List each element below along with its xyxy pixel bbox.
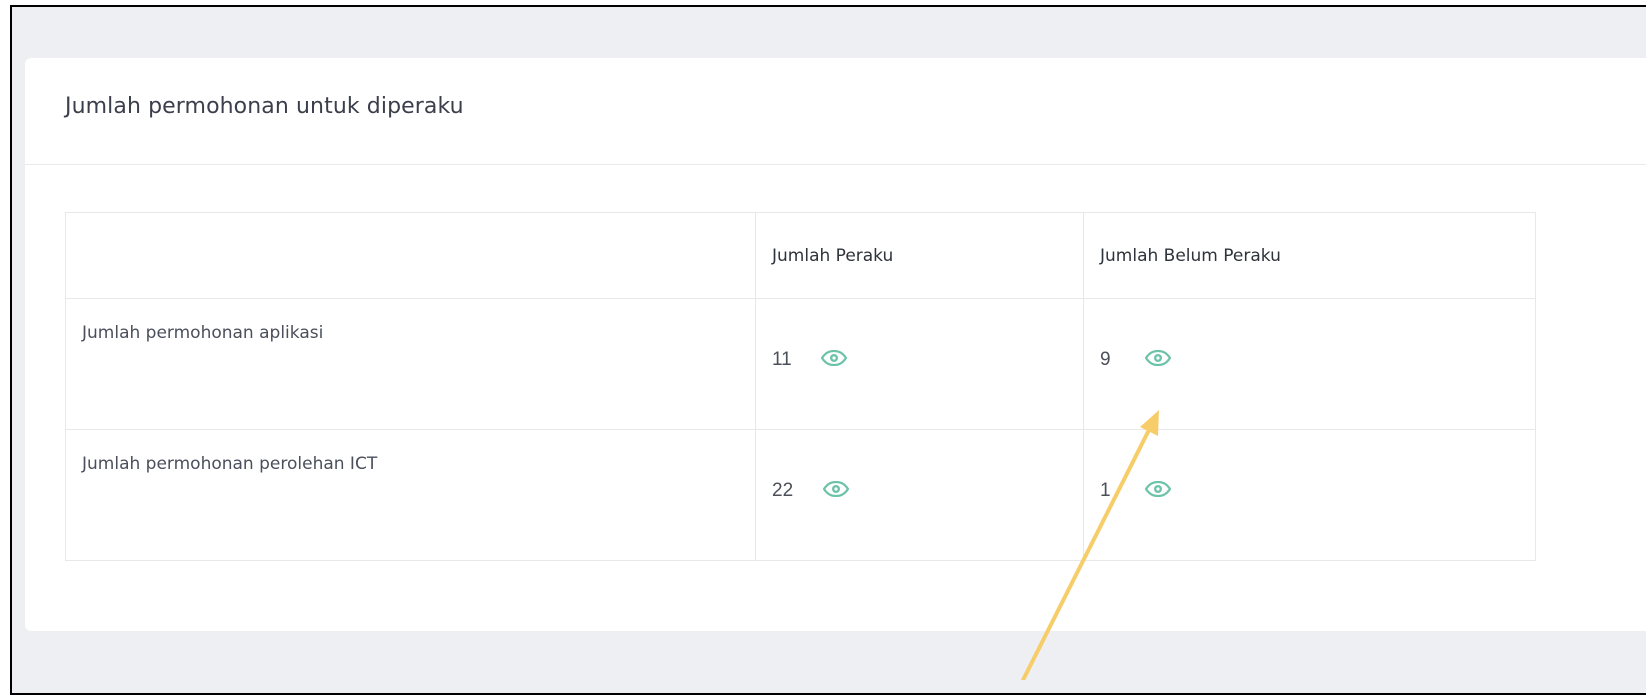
count-belum-peraku-perolehan-ict: 1 <box>1100 480 1111 501</box>
column-header-empty <box>65 212 756 299</box>
table-row: Jumlah permohonan perolehan ICT 22 1 <box>65 429 1536 561</box>
approval-summary-card: Jumlah permohonan untuk diperaku Jumlah … <box>25 58 1646 631</box>
cell-peraku-perolehan-ict: 22 <box>755 429 1084 561</box>
table-row: Jumlah permohonan aplikasi 11 9 <box>65 298 1536 430</box>
card-title: Jumlah permohonan untuk diperaku <box>65 94 464 119</box>
card-header: Jumlah permohonan untuk diperaku <box>25 58 1646 165</box>
count-belum-peraku-aplikasi: 9 <box>1100 349 1111 370</box>
column-header-jumlah-peraku: Jumlah Peraku <box>755 212 1084 299</box>
cell-belum-peraku-perolehan-ict: 1 <box>1083 429 1536 561</box>
row-label-perolehan-ict: Jumlah permohonan perolehan ICT <box>65 429 756 561</box>
cell-belum-peraku-aplikasi: 9 <box>1083 298 1536 430</box>
eye-icon[interactable] <box>822 480 849 502</box>
cell-peraku-aplikasi: 11 <box>755 298 1084 430</box>
screenshot-frame: Jumlah permohonan untuk diperaku Jumlah … <box>10 5 1646 695</box>
count-peraku-perolehan-ict: 22 <box>772 480 794 501</box>
eye-icon[interactable] <box>1145 480 1172 502</box>
approval-table: Jumlah Peraku Jumlah Belum Peraku Jumlah… <box>65 212 1536 561</box>
table-header-row: Jumlah Peraku Jumlah Belum Peraku <box>65 212 1536 299</box>
eye-icon[interactable] <box>820 349 848 371</box>
table-wrapper: Jumlah Peraku Jumlah Belum Peraku Jumlah… <box>65 212 1536 561</box>
row-label-aplikasi: Jumlah permohonan aplikasi <box>65 298 756 430</box>
eye-icon[interactable] <box>1145 349 1172 371</box>
count-peraku-aplikasi: 11 <box>772 349 792 370</box>
column-header-jumlah-belum-peraku: Jumlah Belum Peraku <box>1083 212 1536 299</box>
